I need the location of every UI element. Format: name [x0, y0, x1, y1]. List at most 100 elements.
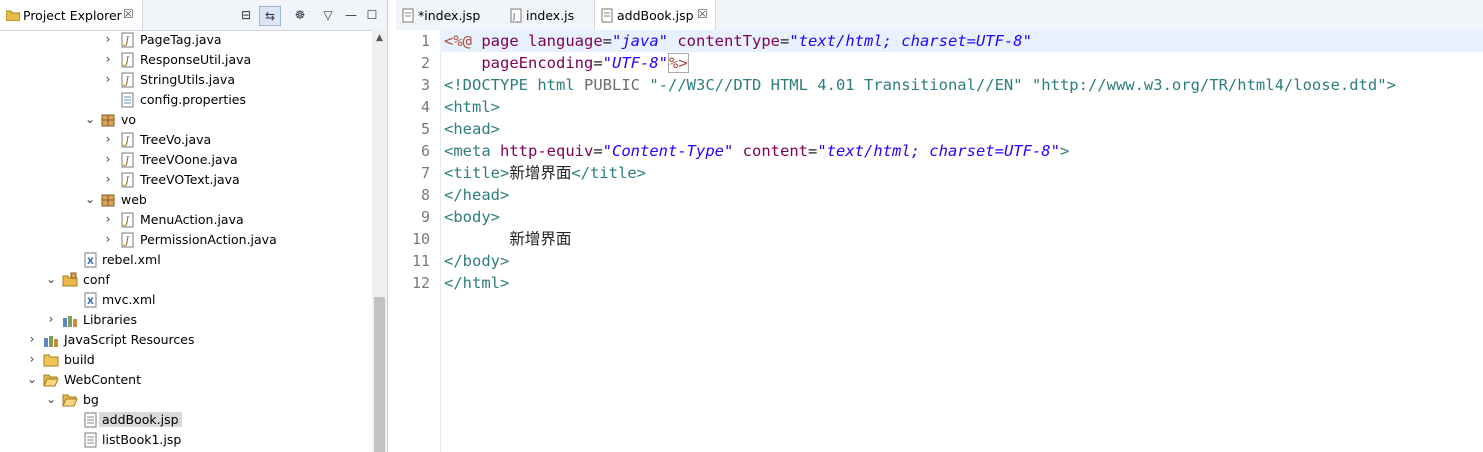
- tree-item[interactable]: ⌄ bg: [0, 390, 372, 410]
- code-editor[interactable]: <%@ page language="java" contentType="te…: [440, 30, 1483, 452]
- java-file-icon: J: [119, 72, 135, 88]
- jsp-file-icon: [82, 432, 98, 448]
- code-line[interactable]: </html>: [444, 272, 509, 294]
- collapse-icon[interactable]: ⌄: [27, 372, 37, 386]
- line-number: 12: [411, 274, 430, 292]
- tree-item-label: WebContent: [64, 372, 141, 387]
- minimize-icon[interactable]: —: [341, 6, 361, 24]
- tree-item[interactable]: config.properties: [0, 90, 372, 110]
- tree-item-label: web: [121, 192, 147, 207]
- code-line[interactable]: pageEncoding="UTF-8"%>: [444, 52, 689, 74]
- maximize-icon[interactable]: ☐: [362, 6, 382, 24]
- expand-icon[interactable]: ›: [46, 312, 56, 326]
- code-line[interactable]: <title>新增界面</title>: [444, 162, 646, 184]
- tree-item-label: build: [64, 352, 95, 367]
- expand-icon[interactable]: ›: [27, 332, 37, 346]
- expand-icon[interactable]: ›: [103, 232, 113, 246]
- line-number: 4: [420, 98, 430, 116]
- jsp-file-icon: [401, 8, 415, 26]
- tree-item[interactable]: › J ResponseUtil.java: [0, 50, 372, 70]
- tab-index-js[interactable]: J index.js: [504, 0, 592, 30]
- line-number: 8: [420, 186, 430, 204]
- svg-text:J: J: [123, 216, 130, 227]
- code-line-current[interactable]: <%@ page language="java" contentType="te…: [440, 30, 1483, 52]
- tree-item[interactable]: › Libraries: [0, 310, 372, 330]
- xml-file-icon: X: [82, 292, 98, 308]
- tree-item[interactable]: ⌄ vo: [0, 110, 372, 130]
- view-menu-icon[interactable]: ▽: [318, 6, 338, 24]
- tree-item[interactable]: X rebel.xml: [0, 250, 372, 270]
- expand-icon[interactable]: ›: [27, 352, 37, 366]
- expand-icon[interactable]: ›: [103, 172, 113, 186]
- filter-icon[interactable]: ☸: [290, 6, 310, 24]
- source-folder-icon: [62, 272, 78, 288]
- collapse-icon[interactable]: ⌄: [85, 192, 95, 206]
- line-number-gutter: 1 2 3 4 5 6 7 8 9 10 11 12: [396, 30, 441, 452]
- line-number: 10: [411, 230, 430, 248]
- tree-scrollbar[interactable]: ▲: [372, 30, 387, 452]
- folder-icon: [43, 352, 59, 368]
- tree-item[interactable]: › J PageTag.java: [0, 30, 372, 50]
- code-line[interactable]: </body>: [444, 250, 509, 272]
- line-number: 1: [420, 32, 430, 50]
- tab-label: index.js: [526, 8, 575, 23]
- tree-item[interactable]: listBook1.jsp: [0, 430, 372, 450]
- collapse-icon[interactable]: ⌄: [46, 272, 56, 286]
- js-resources-icon: [43, 332, 59, 348]
- tree-item[interactable]: X mvc.xml: [0, 290, 372, 310]
- tree-item[interactable]: › J TreeVOone.java: [0, 150, 372, 170]
- code-line[interactable]: </head>: [444, 184, 509, 206]
- tree-item[interactable]: › J StringUtils.java: [0, 70, 372, 90]
- java-file-icon: J: [119, 32, 135, 48]
- collapse-icon[interactable]: ⌄: [85, 112, 95, 126]
- close-icon[interactable]: ☒: [697, 7, 708, 21]
- tab-addbook-jsp[interactable]: addBook.jsp ☒: [594, 0, 716, 30]
- code-line[interactable]: <html>: [444, 96, 500, 118]
- code-line[interactable]: <meta http-equiv="Content-Type" content=…: [444, 140, 1069, 162]
- expand-icon[interactable]: ›: [103, 212, 113, 226]
- tree-item[interactable]: ⌄ conf: [0, 270, 372, 290]
- package-icon: [100, 112, 116, 128]
- expand-icon[interactable]: ›: [103, 32, 113, 46]
- tree-item-label: mvc.xml: [102, 292, 156, 307]
- collapse-all-icon[interactable]: ⊟: [236, 6, 256, 24]
- project-tree: › J PageTag.java › J ResponseUtil.java ›…: [0, 30, 372, 452]
- code-line[interactable]: <!DOCTYPE html PUBLIC "-//W3C//DTD HTML …: [444, 74, 1396, 96]
- tree-item-label: StringUtils.java: [140, 72, 235, 87]
- code-line[interactable]: <body>: [444, 206, 500, 228]
- collapse-icon[interactable]: ⌄: [46, 392, 56, 406]
- tree-item[interactable]: › JavaScript Resources: [0, 330, 372, 350]
- tab-project-explorer[interactable]: Project Explorer ☒: [0, 0, 143, 30]
- scrollbar-thumb[interactable]: [374, 297, 385, 452]
- tree-item[interactable]: ⌄ WebContent: [0, 370, 372, 390]
- tree-item-label: conf: [83, 272, 110, 287]
- scroll-up-icon[interactable]: ▲: [372, 30, 387, 46]
- tree-item[interactable]: › J MenuAction.java: [0, 210, 372, 230]
- tree-item-selected[interactable]: addBook.jsp: [0, 410, 372, 430]
- package-icon: [100, 192, 116, 208]
- tree-item[interactable]: › J TreeVOText.java: [0, 170, 372, 190]
- tree-item-label: vo: [121, 112, 137, 127]
- tree-item[interactable]: › J PermissionAction.java: [0, 230, 372, 250]
- code-line[interactable]: <head>: [444, 118, 500, 140]
- tree-item-label: bg: [83, 392, 99, 407]
- expand-icon[interactable]: ›: [103, 72, 113, 86]
- expand-icon[interactable]: ›: [103, 152, 113, 166]
- code-line[interactable]: 新增界面: [444, 228, 571, 250]
- expand-icon[interactable]: ›: [103, 132, 113, 146]
- link-with-editor-icon[interactable]: ⇆: [259, 6, 281, 26]
- tree-item[interactable]: › J TreeVo.java: [0, 130, 372, 150]
- tree-item[interactable]: ⌄ web: [0, 190, 372, 210]
- svg-text:J: J: [123, 136, 130, 147]
- editor-area: *index.jsp J index.js addBook.jsp ☒ 1 2 …: [396, 0, 1483, 452]
- editor-tabbar: *index.jsp J index.js addBook.jsp ☒: [396, 0, 1483, 31]
- tree-item[interactable]: › build: [0, 350, 372, 370]
- close-icon[interactable]: ☒: [123, 7, 134, 21]
- js-file-icon: J: [509, 8, 523, 26]
- svg-text:J: J: [123, 36, 130, 47]
- line-number: 9: [420, 208, 430, 226]
- tab-index-jsp[interactable]: *index.jsp: [396, 0, 501, 30]
- line-number: 11: [411, 252, 430, 270]
- tree-item-label: TreeVOone.java: [140, 152, 238, 167]
- expand-icon[interactable]: ›: [103, 52, 113, 66]
